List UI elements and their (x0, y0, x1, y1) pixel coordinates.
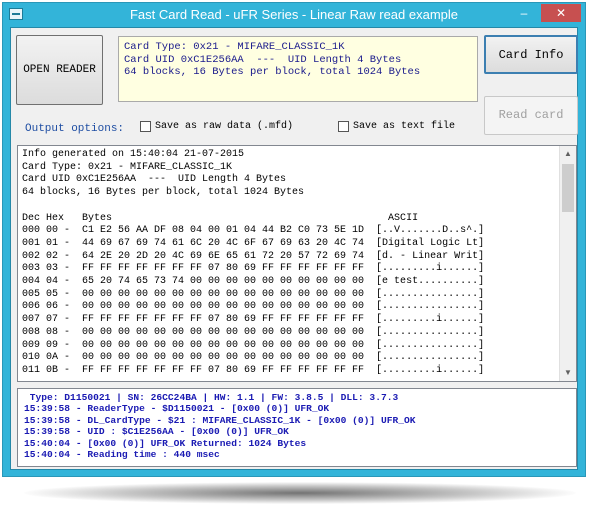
title-bar[interactable]: Fast Card Read - uFR Series - Linear Raw… (3, 3, 585, 27)
minimize-button[interactable]: – (511, 4, 537, 22)
output-line: 009 09 - 00 00 00 00 00 00 00 00 00 00 0… (22, 339, 485, 351)
close-button[interactable]: ✕ (541, 4, 581, 22)
log-text: Type: D1150021 | SN: 26CC24BA | HW: 1.1 … (24, 392, 416, 460)
scroll-up-arrow-icon[interactable]: ▲ (560, 146, 576, 162)
app-window: Fast Card Read - uFR Series - Linear Raw… (2, 2, 586, 477)
window-title: Fast Card Read - uFR Series - Linear Raw… (129, 7, 459, 22)
save-text-checkbox[interactable] (338, 121, 349, 132)
window-shadow (24, 482, 576, 504)
device-status-line: Type: D1150021 | SN: 26CC24BA | HW: 1.1 … (24, 392, 399, 403)
save-text-option[interactable]: Save as text file (338, 121, 455, 137)
output-line: Card Type: 0x21 - MIFARE_CLASSIC_1K (22, 161, 233, 173)
output-line: 000 00 - C1 E2 56 AA DF 08 04 00 01 04 4… (22, 225, 485, 237)
output-line: 64 blocks, 16 Bytes per block, total 102… (22, 187, 305, 199)
output-line: 011 0B - FF FF FF FF FF FF FF 07 80 69 F… (22, 364, 485, 376)
card-info-box: Card Type: 0x21 - MIFARE_CLASSIC_1K Card … (118, 36, 478, 102)
client-area: OPEN READER Card Type: 0x21 - MIFARE_CLA… (10, 27, 578, 470)
scrollbar-thumb[interactable] (562, 164, 574, 212)
output-line: 005 05 - 00 00 00 00 00 00 00 00 00 00 0… (22, 288, 485, 300)
open-reader-button[interactable]: OPEN READER (16, 35, 103, 105)
output-textarea[interactable]: Info generated on 15:40:04 21-07-2015 Car… (17, 145, 577, 382)
card-blocks-line: 64 blocks, 16 Bytes per block, total 102… (124, 66, 421, 78)
output-line: 003 03 - FF FF FF FF FF FF FF 07 80 69 F… (22, 263, 485, 275)
output-line: 008 08 - 00 00 00 00 00 00 00 00 00 00 0… (22, 326, 485, 338)
save-raw-option[interactable]: Save as raw data (.mfd) (140, 121, 293, 137)
log-line: 15:39:58 - ReaderType - $D1150021 - [0x0… (24, 403, 330, 415)
log-line: 15:40:04 - Reading time : 440 msec (24, 449, 220, 461)
output-line: Dec Hex Bytes ASCII (22, 212, 419, 224)
save-raw-checkbox[interactable] (140, 121, 151, 132)
output-text: Info generated on 15:40:04 21-07-2015 Car… (22, 149, 484, 378)
output-line: 010 0A - 00 00 00 00 00 00 00 00 00 00 0… (22, 352, 485, 364)
read-card-button[interactable]: Read card (484, 96, 578, 135)
card-info-button[interactable]: Card Info (484, 35, 578, 74)
card-uid-line: Card UID 0xC1E256AA --- UID Length 4 Byt… (124, 53, 402, 66)
output-line: 004 04 - 65 20 74 65 73 74 00 00 00 00 0… (22, 276, 485, 288)
output-options-label: Output options: (25, 123, 125, 135)
save-raw-label[interactable]: Save as raw data (.mfd) (155, 121, 293, 132)
output-line: Info generated on 15:40:04 21-07-2015 (22, 149, 245, 160)
save-text-label[interactable]: Save as text file (353, 121, 455, 132)
log-line: 15:39:58 - DL_CardType - $21 : MIFARE_CL… (24, 414, 416, 426)
log-line: 15:40:04 - [0x00 (0)] UFR_OK Returned: 1… (24, 437, 307, 449)
output-line: 007 07 - FF FF FF FF FF FF FF 07 80 69 F… (22, 314, 485, 326)
output-line: 002 02 - 64 2E 20 2D 20 4C 69 6E 65 61 7… (22, 250, 485, 262)
output-line: Card UID 0xC1E256AA --- UID Length 4 Byt… (22, 174, 287, 186)
scroll-down-arrow-icon[interactable]: ▼ (560, 365, 576, 381)
output-line: 006 06 - 00 00 00 00 00 00 00 00 00 00 0… (22, 301, 485, 313)
output-line: 001 01 - 44 69 67 69 74 61 6C 20 4C 6F 6… (22, 237, 485, 249)
card-type-line: Card Type: 0x21 - MIFARE_CLASSIC_1K (124, 41, 345, 53)
log-line: 15:39:58 - UID : $C1E256AA - [0x00 (0)] … (24, 426, 289, 438)
log-textarea[interactable]: Type: D1150021 | SN: 26CC24BA | HW: 1.1 … (17, 388, 577, 467)
output-scrollbar[interactable]: ▲ ▼ (559, 146, 576, 381)
